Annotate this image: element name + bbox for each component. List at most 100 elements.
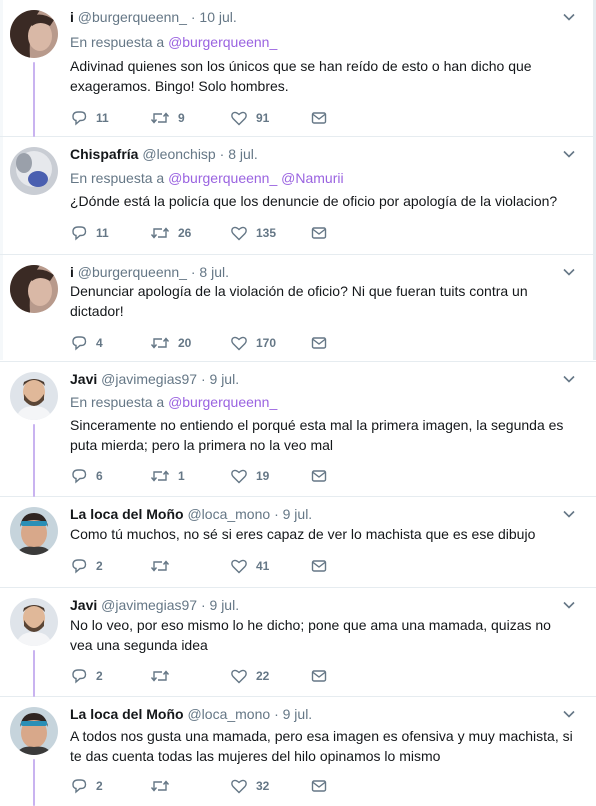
tweet-date[interactable]: 9 jul. bbox=[210, 371, 240, 387]
retweet-button[interactable]: 20 bbox=[150, 333, 191, 353]
author-name[interactable]: Javi bbox=[70, 371, 97, 387]
tweet[interactable]: La loca del Moño @loca_mono · 9 jul. A t… bbox=[0, 697, 596, 806]
envelope-icon bbox=[311, 670, 327, 682]
tweet-header: i @burgerqueenn_ · 10 jul. bbox=[70, 8, 237, 26]
like-button[interactable]: 170 bbox=[230, 333, 276, 353]
tweet-date[interactable]: 9 jul. bbox=[210, 597, 240, 613]
avatar-grey-blur-icon[interactable] bbox=[10, 147, 58, 195]
chevron-down-icon[interactable] bbox=[562, 598, 576, 612]
retweet-count: 1 bbox=[178, 469, 185, 483]
reply-label: En respuesta a bbox=[70, 394, 165, 410]
tweet-date[interactable]: 8 jul. bbox=[199, 264, 229, 280]
retweet-button[interactable] bbox=[150, 556, 178, 576]
author-handle[interactable]: @burgerqueenn_ bbox=[78, 9, 187, 25]
direct-message-button[interactable] bbox=[310, 223, 336, 243]
reply-button[interactable]: 2 bbox=[70, 666, 103, 686]
envelope-icon bbox=[311, 112, 327, 124]
retweet-count: 26 bbox=[178, 226, 192, 240]
direct-message-button[interactable] bbox=[310, 108, 336, 128]
tweet-text: ¿Dónde está la policía que los denuncie … bbox=[70, 193, 558, 209]
direct-message-button[interactable] bbox=[310, 776, 336, 796]
avatar-bearded-man-icon[interactable] bbox=[10, 598, 58, 646]
retweet-count: 20 bbox=[178, 336, 192, 350]
direct-message-button[interactable] bbox=[310, 466, 336, 486]
direct-message-button[interactable] bbox=[310, 556, 336, 576]
reply-button[interactable]: 11 bbox=[70, 223, 109, 243]
tweet-date[interactable]: 9 jul. bbox=[283, 506, 313, 522]
author-handle[interactable]: @leonchisp bbox=[142, 146, 215, 162]
reply-button[interactable]: 2 bbox=[70, 776, 103, 796]
avatar-dark-hair-icon[interactable] bbox=[10, 10, 58, 58]
reply-button[interactable]: 4 bbox=[70, 333, 103, 353]
avatar-woman-headband-icon[interactable] bbox=[10, 507, 58, 555]
reply-mention-link[interactable]: @burgerqueenn_ bbox=[168, 34, 277, 50]
tweet-text: Denunciar apología de la violación de of… bbox=[70, 283, 528, 319]
chevron-down-icon[interactable] bbox=[562, 265, 576, 279]
reply-mention-link[interactable]: @burgerqueenn_ bbox=[168, 394, 277, 410]
reply-button[interactable]: 11 bbox=[70, 108, 109, 128]
tweet[interactable]: La loca del Moño @loca_mono · 9 jul. Com… bbox=[0, 497, 596, 588]
tweet[interactable]: Javi @javimegias97 · 9 jul. No lo veo, p… bbox=[0, 588, 596, 697]
tweet[interactable]: Chispafría @leonchisp · 8 jul. En respue… bbox=[0, 137, 596, 255]
chevron-down-icon[interactable] bbox=[562, 10, 576, 24]
tweet-header: Javi @javimegias97 · 9 jul. bbox=[70, 596, 239, 614]
retweet-button[interactable]: 1 bbox=[150, 466, 185, 486]
reply-button[interactable]: 2 bbox=[70, 556, 103, 576]
reply-count: 6 bbox=[96, 469, 103, 483]
reply-count: 4 bbox=[96, 336, 103, 350]
tweet-date[interactable]: 9 jul. bbox=[283, 706, 313, 722]
tweet-date[interactable]: 8 jul. bbox=[228, 146, 258, 162]
reply-icon bbox=[72, 779, 87, 794]
author-name[interactable]: Chispafría bbox=[70, 146, 138, 162]
reply-button[interactable]: 6 bbox=[70, 466, 103, 486]
author-name[interactable]: La loca del Moño bbox=[70, 506, 184, 522]
retweet-button[interactable] bbox=[150, 666, 178, 686]
direct-message-button[interactable] bbox=[310, 333, 336, 353]
author-name[interactable]: i bbox=[70, 264, 74, 280]
author-handle[interactable]: @javimegias97 bbox=[101, 371, 197, 387]
author-handle[interactable]: @loca_mono bbox=[187, 706, 270, 722]
chevron-down-icon[interactable] bbox=[562, 147, 576, 161]
avatar-woman-headband-icon[interactable] bbox=[10, 707, 58, 755]
separator-dot: · bbox=[274, 506, 279, 522]
tweet[interactable]: Javi @javimegias97 · 9 jul. En respuesta… bbox=[0, 362, 596, 497]
reply-icon bbox=[72, 226, 87, 241]
like-button[interactable]: 91 bbox=[230, 108, 269, 128]
chevron-down-icon[interactable] bbox=[562, 372, 576, 386]
chevron-down-icon[interactable] bbox=[562, 707, 576, 721]
reply-count: 2 bbox=[96, 559, 103, 573]
tweet-text: Sinceramente no entiendo el porqué esta … bbox=[70, 417, 564, 453]
direct-message-button[interactable] bbox=[310, 666, 336, 686]
tweet[interactable]: i @burgerqueenn_ · 10 jul. En respuesta … bbox=[0, 0, 596, 137]
heart-icon bbox=[231, 336, 247, 351]
like-count: 135 bbox=[256, 226, 277, 240]
heart-icon bbox=[231, 669, 247, 684]
retweet-icon bbox=[150, 670, 170, 682]
author-handle[interactable]: @loca_mono bbox=[187, 506, 270, 522]
like-count: 19 bbox=[256, 469, 270, 483]
avatar-dark-hair-icon[interactable] bbox=[10, 265, 58, 313]
author-name[interactable]: Javi bbox=[70, 597, 97, 613]
like-button[interactable]: 19 bbox=[230, 466, 269, 486]
retweet-button[interactable]: 9 bbox=[150, 108, 185, 128]
envelope-icon bbox=[311, 227, 327, 239]
thread-connector-line bbox=[33, 650, 35, 697]
retweet-button[interactable] bbox=[150, 776, 178, 796]
avatar-bearded-man-icon[interactable] bbox=[10, 372, 58, 420]
like-button[interactable]: 22 bbox=[230, 666, 269, 686]
author-name[interactable]: i bbox=[70, 9, 74, 25]
heart-icon bbox=[231, 779, 247, 794]
envelope-icon bbox=[311, 470, 327, 482]
tweet[interactable]: i @burgerqueenn_ · 8 jul. Denunciar apol… bbox=[0, 255, 596, 362]
reply-count: 11 bbox=[96, 226, 109, 240]
reply-mention-link[interactable]: @burgerqueenn_ @Namurii bbox=[168, 170, 344, 186]
like-button[interactable]: 135 bbox=[230, 223, 276, 243]
retweet-button[interactable]: 26 bbox=[150, 223, 191, 243]
chevron-down-icon[interactable] bbox=[562, 507, 576, 521]
author-handle[interactable]: @burgerqueenn_ bbox=[78, 264, 187, 280]
author-handle[interactable]: @javimegias97 bbox=[101, 597, 197, 613]
like-button[interactable]: 32 bbox=[230, 776, 269, 796]
like-button[interactable]: 41 bbox=[230, 556, 269, 576]
author-name[interactable]: La loca del Moño bbox=[70, 706, 184, 722]
tweet-date[interactable]: 10 jul. bbox=[199, 9, 236, 25]
